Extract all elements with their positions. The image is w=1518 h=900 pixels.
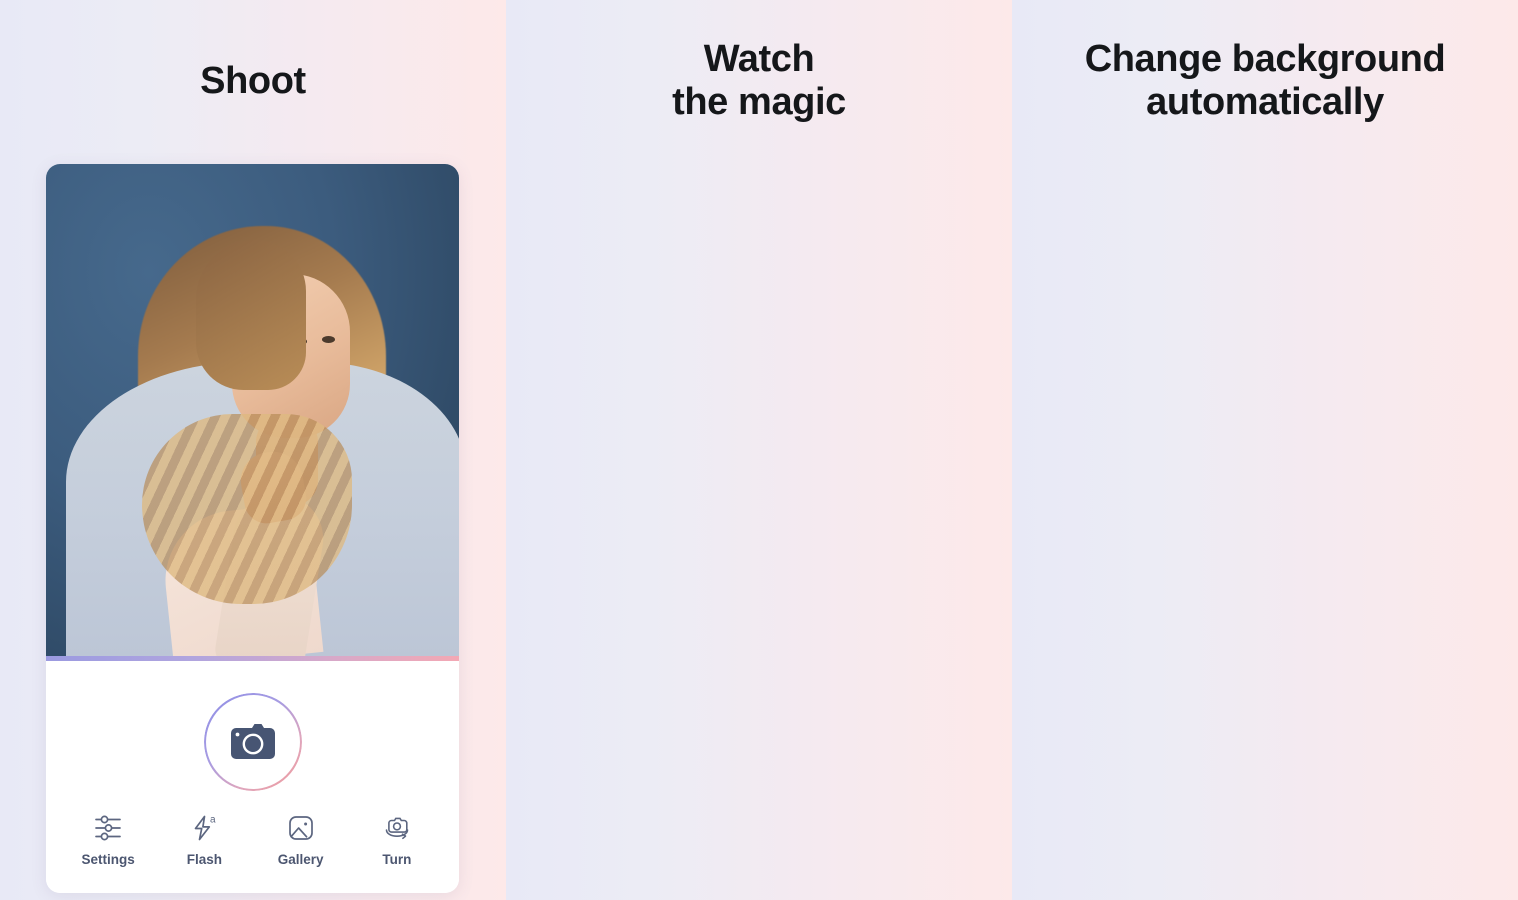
svg-text:a: a bbox=[210, 815, 216, 826]
nav-label-settings: Settings bbox=[81, 852, 135, 867]
camera-nav-row: Settings a Flash Gallery Turn bbox=[46, 813, 459, 868]
gallery-icon bbox=[288, 816, 313, 840]
camera-rotate-icon bbox=[385, 817, 409, 840]
camera-icon bbox=[230, 724, 275, 759]
nav-item-flash[interactable]: a Flash bbox=[167, 813, 241, 868]
flash-auto-icon: a bbox=[195, 815, 216, 841]
screen-shoot: Shoot Settings a Flash Gallery Turn bbox=[0, 0, 506, 900]
nav-item-settings[interactable]: Settings bbox=[71, 813, 145, 867]
sliders-icon bbox=[95, 815, 121, 841]
model-eye-right bbox=[322, 336, 335, 343]
page-title: Change background automatically bbox=[1084, 38, 1446, 123]
phone-card-shoot: Settings a Flash Gallery Turn bbox=[46, 164, 459, 893]
nav-item-gallery[interactable]: Gallery bbox=[264, 813, 338, 867]
screen-change-background: Change background automatically bbox=[1012, 0, 1518, 900]
page-title: Watch the magic bbox=[672, 38, 846, 123]
camera-shutter-button[interactable] bbox=[203, 693, 302, 791]
page-title: Shoot bbox=[200, 60, 306, 102]
nav-item-turn[interactable]: Turn bbox=[360, 813, 434, 867]
model-hair-curls bbox=[142, 414, 352, 604]
screen-watch-the-magic: Watch the magic Hair Color Background Cu… bbox=[506, 0, 1012, 900]
nav-label-gallery: Gallery bbox=[277, 852, 324, 867]
model-hair-front bbox=[196, 240, 306, 390]
nav-label-turn: Turn bbox=[382, 852, 412, 867]
nav-label-flash: Flash bbox=[186, 852, 222, 867]
camera-controls-panel: Settings a Flash Gallery Turn bbox=[46, 661, 459, 893]
shutter-row bbox=[46, 693, 459, 791]
camera-preview bbox=[46, 164, 459, 656]
promo-screens-row: Shoot Settings a Flash Gallery Turn Watc… bbox=[0, 0, 1518, 900]
